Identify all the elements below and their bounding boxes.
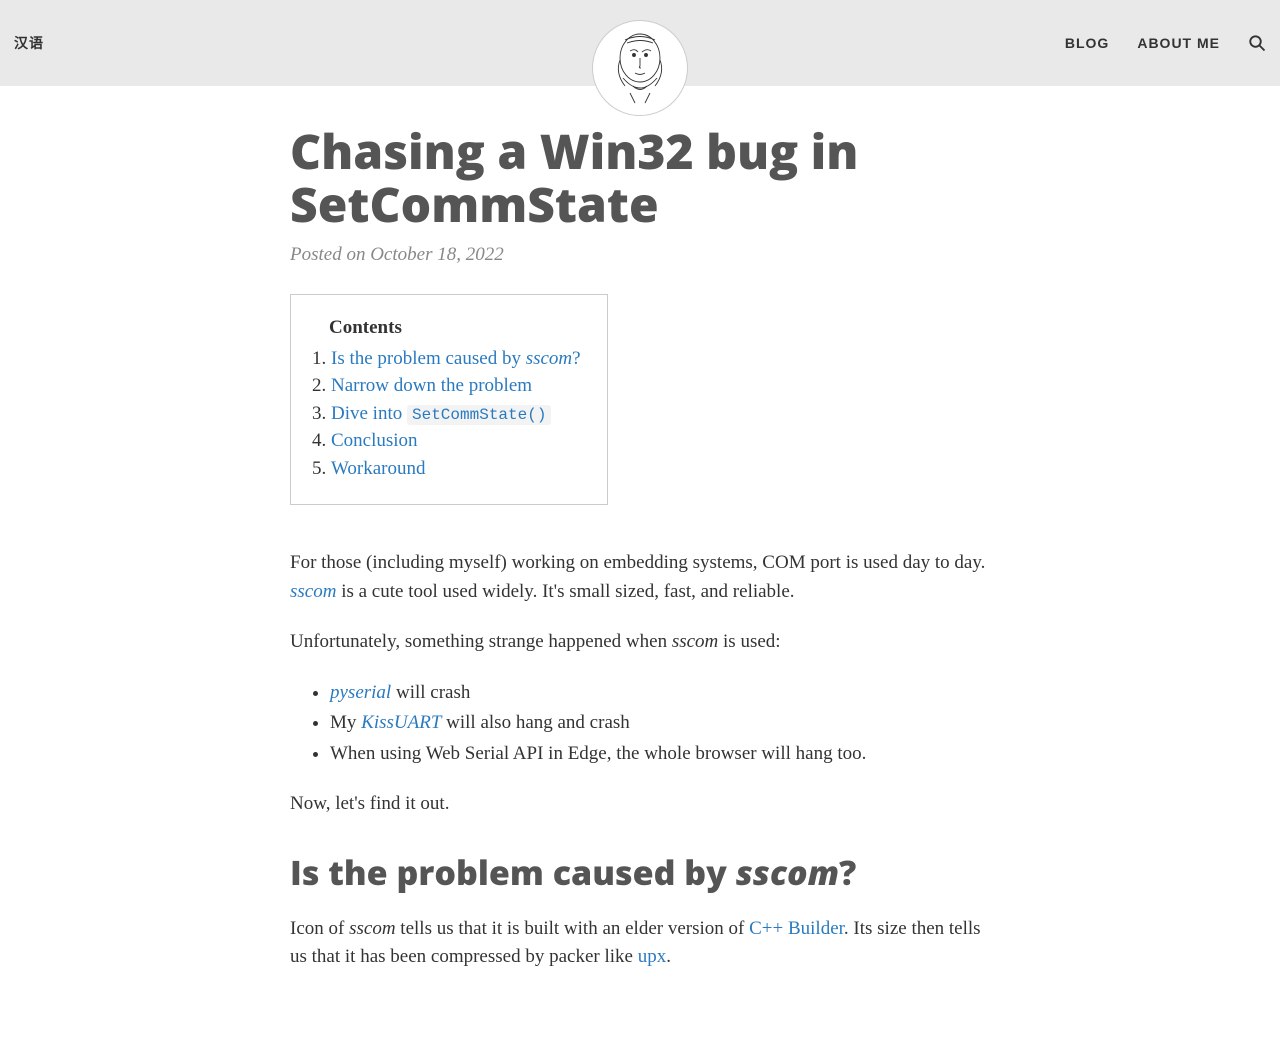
sscom-link[interactable]: sscom (290, 581, 336, 602)
search-icon[interactable] (1248, 34, 1266, 52)
paragraph: Unfortunately, something strange happene… (290, 628, 990, 657)
nav-about[interactable]: ABOUT ME (1137, 35, 1220, 51)
list-item: pyserial will crash (330, 679, 990, 708)
paragraph: Icon of sscom tells us that it is built … (290, 915, 990, 972)
toc-link-4[interactable]: Conclusion (331, 430, 418, 451)
language-link[interactable]: 汉语 (14, 33, 44, 53)
toc-link-5[interactable]: Workaround (331, 458, 426, 479)
site-header: 汉语 BLOG ABOUT ME (0, 0, 1280, 86)
nav-right: BLOG ABOUT ME (1065, 34, 1266, 52)
toc-title: Contents (329, 317, 581, 339)
cpp-builder-link[interactable]: C++ Builder (749, 918, 844, 939)
list-item: When using Web Serial API in Edge, the w… (330, 740, 990, 769)
toc-item: Conclusion (331, 427, 581, 455)
paragraph: For those (including myself) working on … (290, 549, 990, 606)
toc-link-3[interactable]: Dive into SetCommState() (331, 403, 551, 424)
issue-list: pyserial will crash My KissUART will als… (290, 679, 990, 769)
main-content: Chasing a Win32 bug in SetCommState Post… (290, 86, 990, 1054)
toc-link-2[interactable]: Narrow down the problem (331, 375, 532, 396)
avatar-sketch-icon (605, 28, 675, 108)
toc-item: Is the problem caused by sscom? (331, 345, 581, 373)
upx-link[interactable]: upx (638, 946, 667, 967)
toc-item: Dive into SetCommState() (331, 400, 581, 428)
pyserial-link[interactable]: pyserial (330, 682, 391, 703)
toc-link-1[interactable]: Is the problem caused by sscom? (331, 348, 581, 369)
nav-blog[interactable]: BLOG (1065, 35, 1109, 51)
post-meta: Posted on October 18, 2022 (290, 244, 990, 266)
article-body: For those (including myself) working on … (290, 549, 990, 972)
toc-item: Workaround (331, 455, 581, 483)
toc-item: Narrow down the problem (331, 372, 581, 400)
section-heading: Is the problem caused by sscom? (290, 849, 990, 895)
page-title: Chasing a Win32 bug in SetCommState (290, 126, 990, 232)
kissuart-link[interactable]: KissUART (361, 712, 441, 733)
paragraph: Now, let's find it out. (290, 790, 990, 819)
table-of-contents: Contents Is the problem caused by sscom?… (290, 294, 608, 506)
avatar[interactable] (592, 20, 688, 116)
list-item: My KissUART will also hang and crash (330, 709, 990, 738)
